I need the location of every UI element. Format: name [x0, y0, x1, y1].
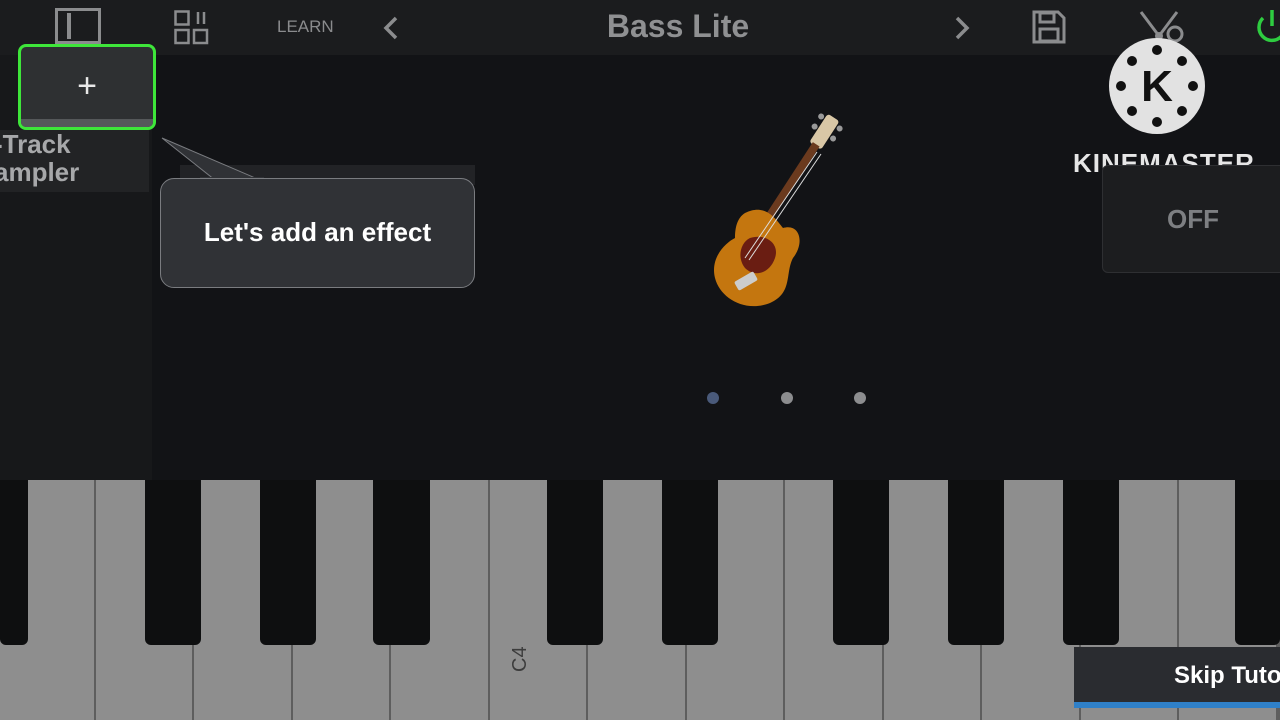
- piano-black-key[interactable]: [145, 480, 201, 645]
- off-label: OFF: [1167, 204, 1219, 234]
- piano-black-key[interactable]: [0, 480, 28, 645]
- skip-tutorial-label: Skip Tuto: [1174, 662, 1280, 689]
- piano-black-key[interactable]: [373, 480, 430, 645]
- pager-dot-3[interactable]: [854, 392, 866, 404]
- panel-toggle-icon[interactable]: [55, 8, 101, 44]
- kinemaster-logo: K: [1109, 38, 1205, 134]
- piano-black-key[interactable]: [260, 480, 316, 645]
- chevron-left-icon[interactable]: [383, 16, 399, 40]
- piano-black-key[interactable]: [1235, 480, 1280, 645]
- plus-icon: +: [77, 67, 97, 105]
- track-label-line1: -Track: [0, 129, 71, 159]
- tooltip-pointer: [161, 137, 264, 182]
- bass-guitar-image: [714, 113, 843, 307]
- learn-button[interactable]: LEARN: [277, 17, 334, 37]
- kinemaster-logo-mark: K: [1116, 45, 1198, 127]
- power-icon[interactable]: [1254, 8, 1280, 46]
- pager-dot-1[interactable]: [707, 392, 719, 404]
- skip-tutorial-button[interactable]: Skip Tuto: [1074, 647, 1280, 708]
- piano-black-key[interactable]: [1063, 480, 1119, 645]
- add-effect-button[interactable]: +: [18, 44, 156, 130]
- piano-black-key[interactable]: [547, 480, 603, 645]
- tooltip-text: Let's add an effect: [203, 217, 432, 247]
- piano-black-key[interactable]: [833, 480, 889, 645]
- pager-dot-2[interactable]: [781, 392, 793, 404]
- piano-black-key[interactable]: [662, 480, 718, 645]
- chevron-right-icon[interactable]: [954, 16, 970, 40]
- track-label[interactable]: -Track ampler: [0, 130, 149, 192]
- save-icon[interactable]: [1032, 10, 1066, 44]
- tutorial-tooltip: Let's add an effect: [160, 178, 475, 288]
- c4-key-label: C4: [509, 646, 531, 672]
- tutorial-progress-bar: [1074, 702, 1280, 708]
- piano-black-key[interactable]: [948, 480, 1004, 645]
- track-label-line2: ampler: [0, 157, 80, 187]
- effect-off-toggle[interactable]: OFF: [1102, 165, 1280, 273]
- button-underbar: [21, 119, 153, 127]
- kinemaster-logo-letter: K: [1141, 62, 1173, 111]
- instrument-title: Bass Lite: [606, 8, 750, 44]
- layout-grid-icon[interactable]: [174, 10, 210, 46]
